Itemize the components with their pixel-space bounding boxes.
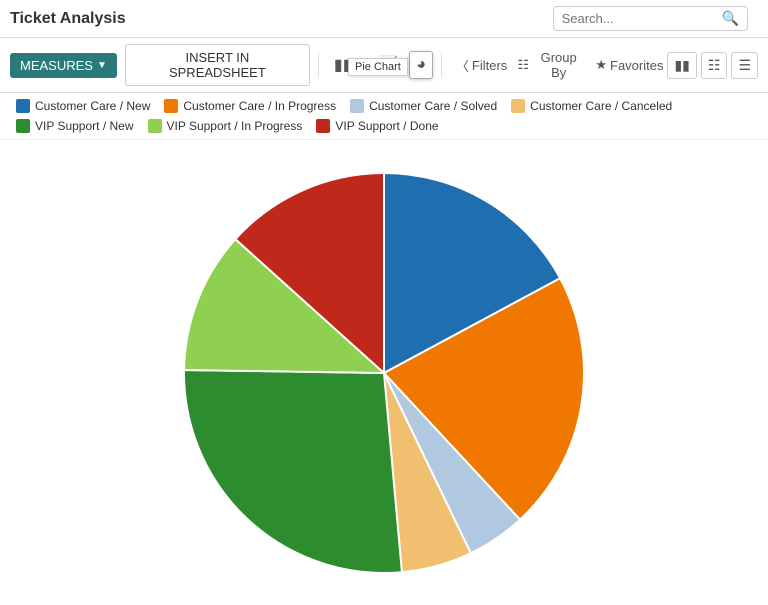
measures-button[interactable]: MEASURES ▼ (10, 53, 117, 78)
search-input[interactable] (562, 11, 722, 26)
groupby-button[interactable]: ☷ Group By (517, 50, 585, 80)
view-bar-icon-button[interactable]: ▮▮ (667, 52, 696, 79)
toolbar-actions: 〈 Filters ☷ Group By ★ Favorites (456, 50, 664, 80)
legend-item-vip-done: VIP Support / Done (316, 119, 438, 133)
legend-label-cc-new: Customer Care / New (35, 99, 150, 113)
view-grid-icon-button[interactable]: ☷ (701, 52, 728, 79)
pie-chart (164, 163, 604, 583)
pie-chart-icon: ◕ (416, 56, 426, 73)
legend-label-vip-inprogress: VIP Support / In Progress (167, 119, 303, 133)
filters-button[interactable]: 〈 Filters (456, 56, 507, 75)
legend-swatch-cc-inprogress (164, 99, 178, 113)
favorites-button[interactable]: ★ Favorites (595, 57, 663, 73)
legend-swatch-vip-new (16, 119, 30, 133)
insert-spreadsheet-button[interactable]: INSERT IN SPREADSHEET (125, 44, 310, 86)
legend-item-cc-solved: Customer Care / Solved (350, 99, 497, 113)
pie-chart-tooltip: Pie Chart (348, 58, 408, 76)
legend-swatch-vip-inprogress (148, 119, 162, 133)
measures-label: MEASURES (20, 58, 93, 73)
legend: Customer Care / New Customer Care / In Pr… (0, 93, 768, 140)
groupby-label: Group By (532, 50, 585, 80)
legend-item-cc-inprogress: Customer Care / In Progress (164, 99, 336, 113)
legend-label-cc-canceled: Customer Care / Canceled (530, 99, 672, 113)
filter-icon: 〈 (456, 56, 469, 75)
legend-item-vip-new: VIP Support / New (16, 119, 134, 133)
measures-arrow-icon: ▼ (97, 60, 107, 71)
pie-segment-4[interactable] (184, 370, 402, 573)
legend-swatch-cc-new (16, 99, 30, 113)
header: Ticket Analysis 🔍 (0, 0, 768, 38)
toolbar-separator-1 (318, 53, 319, 77)
legend-label-vip-done: VIP Support / Done (335, 119, 438, 133)
legend-label-cc-solved: Customer Care / Solved (369, 99, 497, 113)
view-buttons: ▮▮ ☷ ☰ (667, 52, 758, 79)
legend-item-cc-canceled: Customer Care / Canceled (511, 99, 672, 113)
legend-swatch-cc-canceled (511, 99, 525, 113)
legend-item-cc-new: Customer Care / New (16, 99, 150, 113)
toolbar-separator-2 (441, 53, 442, 77)
star-icon: ★ (595, 57, 607, 73)
legend-item-vip-inprogress: VIP Support / In Progress (148, 119, 303, 133)
pie-chart-button[interactable]: ◕ (409, 51, 433, 79)
legend-label-vip-new: VIP Support / New (35, 119, 134, 133)
legend-swatch-cc-solved (350, 99, 364, 113)
groupby-icon: ☷ (517, 57, 529, 73)
favorites-label: Favorites (610, 58, 663, 73)
search-box: 🔍 (553, 6, 748, 31)
page-title: Ticket Analysis (10, 10, 126, 28)
view-list-icon-button[interactable]: ☰ (731, 52, 758, 79)
legend-swatch-vip-done (316, 119, 330, 133)
legend-label-cc-inprogress: Customer Care / In Progress (183, 99, 336, 113)
chart-area (0, 140, 768, 605)
filters-label: Filters (472, 58, 507, 73)
search-icon-button[interactable]: 🔍 (722, 10, 739, 27)
